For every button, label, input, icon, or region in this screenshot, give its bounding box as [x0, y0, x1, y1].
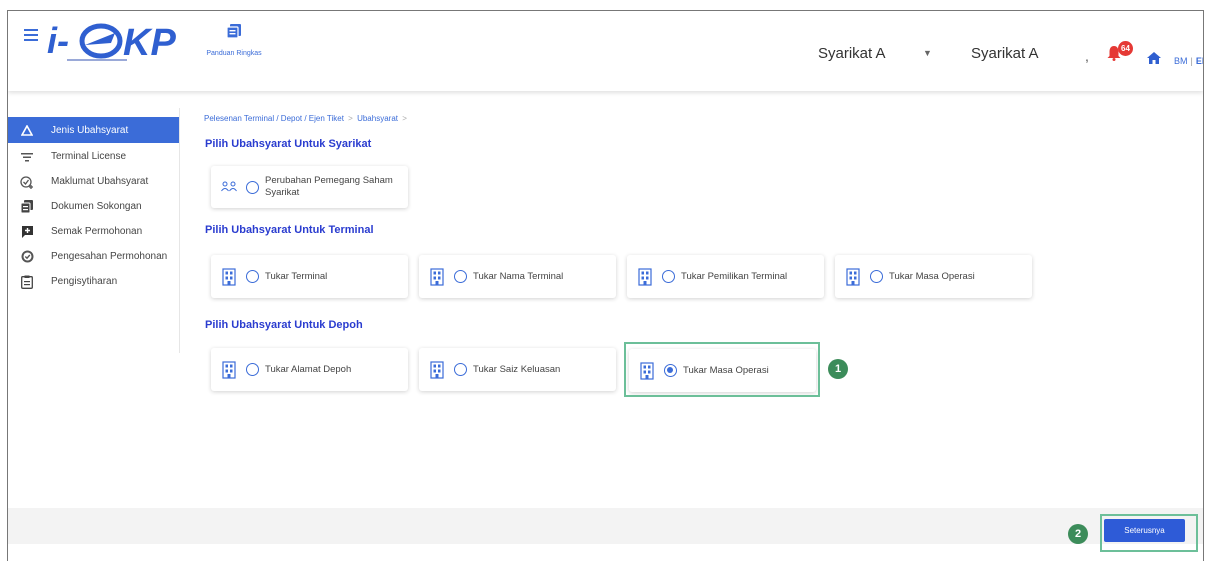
option-label: Tukar Saiz Keluasan	[473, 363, 561, 375]
svg-text:KP: KP	[123, 22, 176, 64]
option-card-tukar-alamat-depoh[interactable]: Tukar Alamat Depoh	[211, 348, 408, 391]
option-label-line2: Syarikat	[265, 187, 300, 198]
lang-separator: |	[1190, 56, 1193, 66]
building-icon	[427, 359, 447, 381]
next-button[interactable]: Seterusnya	[1104, 519, 1185, 542]
quick-guide-link[interactable]: Panduan Ringkas	[204, 23, 264, 63]
chevron-down-icon[interactable]: ▼	[923, 48, 932, 58]
check-add-icon	[20, 175, 34, 189]
ispkp-logo: i- KP	[47, 21, 176, 64]
step-badge-2: 2	[1068, 524, 1088, 544]
svg-text:i-: i-	[47, 21, 69, 61]
hamburger-menu-icon[interactable]	[24, 29, 38, 41]
option-card-tukar-terminal[interactable]: Tukar Terminal	[211, 255, 408, 298]
option-label: Tukar Masa Operasi	[889, 270, 975, 282]
company-selector[interactable]: Syarikat A	[818, 45, 886, 62]
company-name: Syarikat A	[971, 45, 1039, 62]
step-badge-1: 1	[828, 359, 848, 379]
filter-icon	[20, 150, 34, 164]
breadcrumb-path[interactable]: Pelesenan Terminal / Depot / Ejen Tiket	[204, 114, 344, 123]
check-circle-icon	[20, 250, 34, 264]
radio-tukar-saiz-keluasan[interactable]	[454, 363, 467, 376]
footer-bar	[8, 508, 1203, 544]
breadcrumb-separator: >	[348, 114, 353, 123]
sidebar-item-terminal-license[interactable]: Terminal License	[8, 145, 179, 168]
section-title-syarikat: Pilih Ubahsyarat Untuk Syarikat	[205, 138, 372, 150]
people-icon	[219, 176, 239, 198]
sidebar-item-label: Jenis Ubahsyarat	[51, 124, 129, 136]
top-header: i- KP Panduan Ringkas Syarikat A ▼ Syari…	[8, 11, 1203, 91]
building-icon	[219, 359, 239, 381]
breadcrumb: Pelesenan Terminal / Depot / Ejen Tiket …	[204, 114, 409, 123]
header-separator: ,	[1085, 48, 1089, 64]
document-icon	[20, 200, 34, 214]
breadcrumb-separator: >	[402, 114, 407, 123]
option-label-line1: Perubahan Pemegang Saham	[265, 175, 393, 186]
option-card-tukar-pemilikan-terminal[interactable]: Tukar Pemilikan Terminal	[627, 255, 824, 298]
option-label: Tukar Pemilikan Terminal	[681, 270, 788, 282]
breadcrumb-current: Ubahsyarat	[357, 114, 398, 123]
lang-en-button[interactable]: EN	[1196, 56, 1203, 66]
clipboard-icon	[20, 275, 34, 289]
sidebar-item-semak-permohonan[interactable]: Semak Permohonan	[8, 220, 179, 243]
building-icon	[843, 266, 863, 288]
lang-bm-button[interactable]: BM	[1174, 56, 1188, 66]
sidebar-item-maklumat-ubahsyarat[interactable]: Maklumat Ubahsyarat	[8, 170, 179, 193]
sidebar-item-pengesahan-permohonan[interactable]: Pengesahan Permohonan	[8, 245, 179, 268]
option-label: Tukar Nama Terminal	[473, 270, 564, 282]
sidebar-item-label: Maklumat Ubahsyarat	[51, 176, 149, 187]
sidebar-item-label: Dokumen Sokongan	[51, 201, 142, 212]
sidebar-item-label: Pengesahan Permohonan	[51, 251, 168, 262]
option-label: Tukar Terminal	[265, 270, 328, 282]
option-label: Perubahan Pemegang Saham Syarikat	[265, 175, 393, 199]
sidebar-item-label: Semak Permohonan	[51, 226, 143, 237]
section-title-terminal: Pilih Ubahsyarat Untuk Terminal	[205, 224, 374, 236]
language-switcher: BM|EN	[1174, 56, 1203, 66]
message-add-icon	[20, 225, 34, 239]
sidebar-item-dokumen-sokongan[interactable]: Dokumen Sokongan	[8, 195, 179, 218]
radio-tukar-pemilikan-terminal[interactable]	[662, 270, 675, 283]
sidebar-item-pengisytiharan[interactable]: Pengisytiharan	[8, 270, 179, 293]
building-icon	[427, 266, 447, 288]
radio-tukar-alamat-depoh[interactable]	[246, 363, 259, 376]
building-icon	[635, 266, 655, 288]
radio-perubahan-pemegang-saham[interactable]	[246, 180, 259, 194]
quick-guide-label: Panduan Ringkas	[206, 50, 262, 57]
option-label: Tukar Alamat Depoh	[265, 363, 352, 375]
app-window: i- KP Panduan Ringkas Syarikat A ▼ Syari…	[7, 10, 1204, 561]
sidebar-item-jenis-ubahsyarat[interactable]: Jenis Ubahsyarat	[8, 117, 179, 143]
radio-tukar-masa-operasi-terminal[interactable]	[870, 270, 883, 283]
radio-tukar-nama-terminal[interactable]	[454, 270, 467, 283]
option-card-perubahan-pemegang-saham[interactable]: Perubahan Pemegang Saham Syarikat	[211, 166, 408, 208]
radio-tukar-terminal[interactable]	[246, 270, 259, 283]
home-icon[interactable]	[1147, 52, 1161, 64]
document-icon	[226, 24, 241, 39]
highlight-box-step1	[624, 342, 820, 397]
option-card-tukar-saiz-keluasan[interactable]: Tukar Saiz Keluasan	[419, 348, 616, 391]
sidebar-item-label: Terminal License	[51, 151, 127, 162]
notification-badge: 64	[1118, 41, 1133, 56]
section-title-depoh: Pilih Ubahsyarat Untuk Depoh	[205, 319, 363, 331]
option-card-tukar-nama-terminal[interactable]: Tukar Nama Terminal	[419, 255, 616, 298]
building-icon	[219, 266, 239, 288]
option-card-tukar-masa-operasi-terminal[interactable]: Tukar Masa Operasi	[835, 255, 1032, 298]
sidebar-item-label: Pengisytiharan	[51, 276, 118, 287]
sidebar: Jenis Ubahsyarat Terminal License Maklum…	[8, 108, 180, 353]
triangle-icon	[20, 123, 34, 137]
